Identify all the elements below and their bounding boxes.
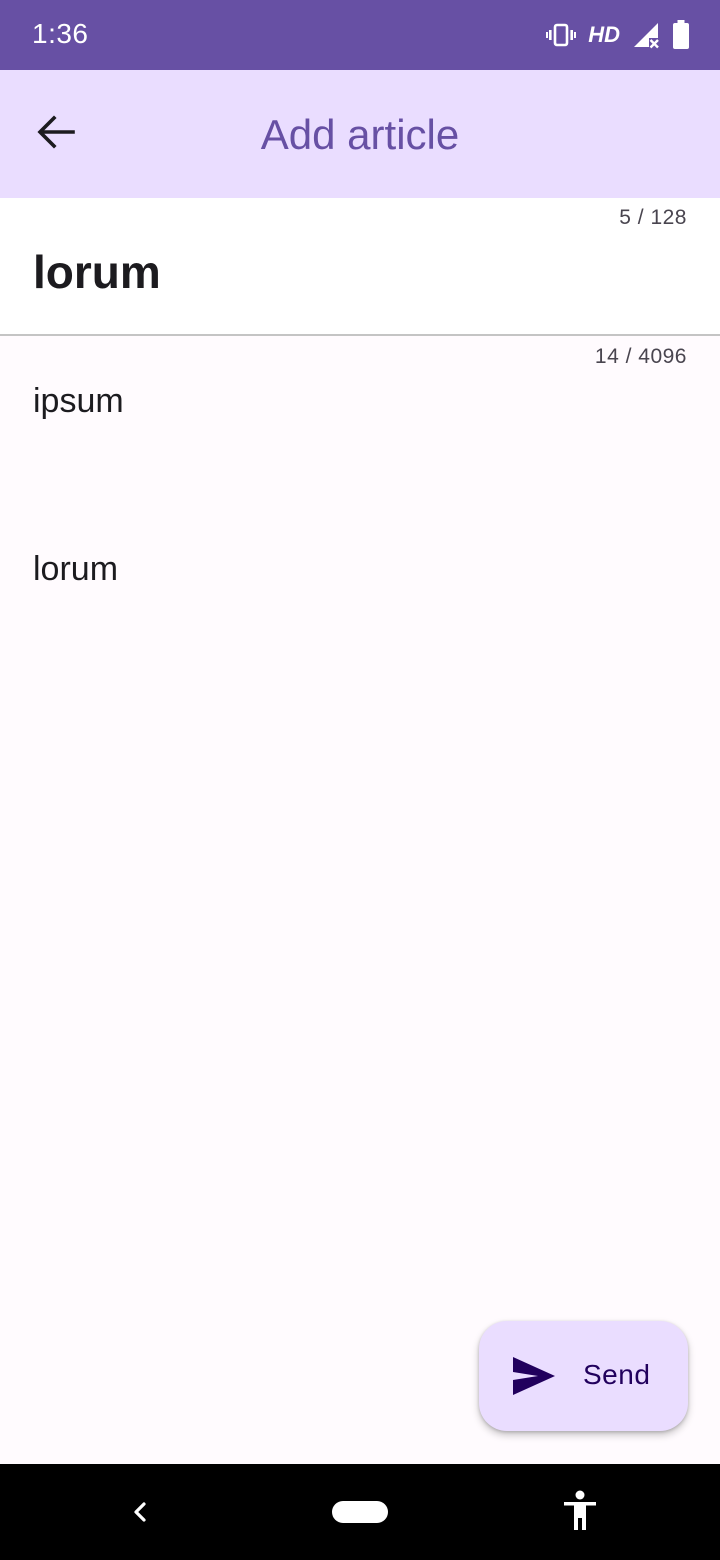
add-article-screen: 1:36 HD Add article 5 / 128 lorum 14 / 4…: [0, 0, 720, 1560]
title-input-value[interactable]: lorum: [33, 244, 161, 300]
hd-icon: HD: [588, 22, 620, 47]
status-time: 1:36: [32, 18, 89, 49]
status-icons: HD: [546, 18, 690, 52]
vibrate-icon: [546, 23, 577, 47]
send-button-label: Send: [583, 1359, 651, 1390]
body-line: ipsum: [33, 382, 124, 420]
body-line: lorum: [33, 550, 119, 588]
send-icon: [512, 1356, 556, 1396]
system-navigation-bar: [0, 1464, 720, 1560]
body-input[interactable]: 14 / 4096 ipsum lorum: [0, 336, 720, 1276]
body-line: [33, 464, 124, 506]
battery-icon: [672, 20, 690, 50]
status-bar: 1:36 HD: [0, 0, 720, 70]
page-title: Add article: [260, 111, 460, 158]
body-input-value[interactable]: ipsum lorum: [33, 380, 124, 590]
nav-home-pill[interactable]: [332, 1501, 388, 1523]
nav-back-icon[interactable]: [124, 1494, 156, 1530]
body-line: [33, 506, 124, 548]
body-line: [33, 422, 124, 464]
title-character-counter: 5 / 128: [619, 206, 687, 229]
top-app-bar: Add article: [0, 70, 720, 198]
accessibility-icon[interactable]: [560, 1490, 600, 1532]
body-character-counter: 14 / 4096: [594, 345, 687, 368]
title-input[interactable]: 5 / 128 lorum: [0, 198, 720, 336]
signal-off-icon: [632, 21, 660, 49]
send-button[interactable]: Send: [479, 1321, 688, 1431]
